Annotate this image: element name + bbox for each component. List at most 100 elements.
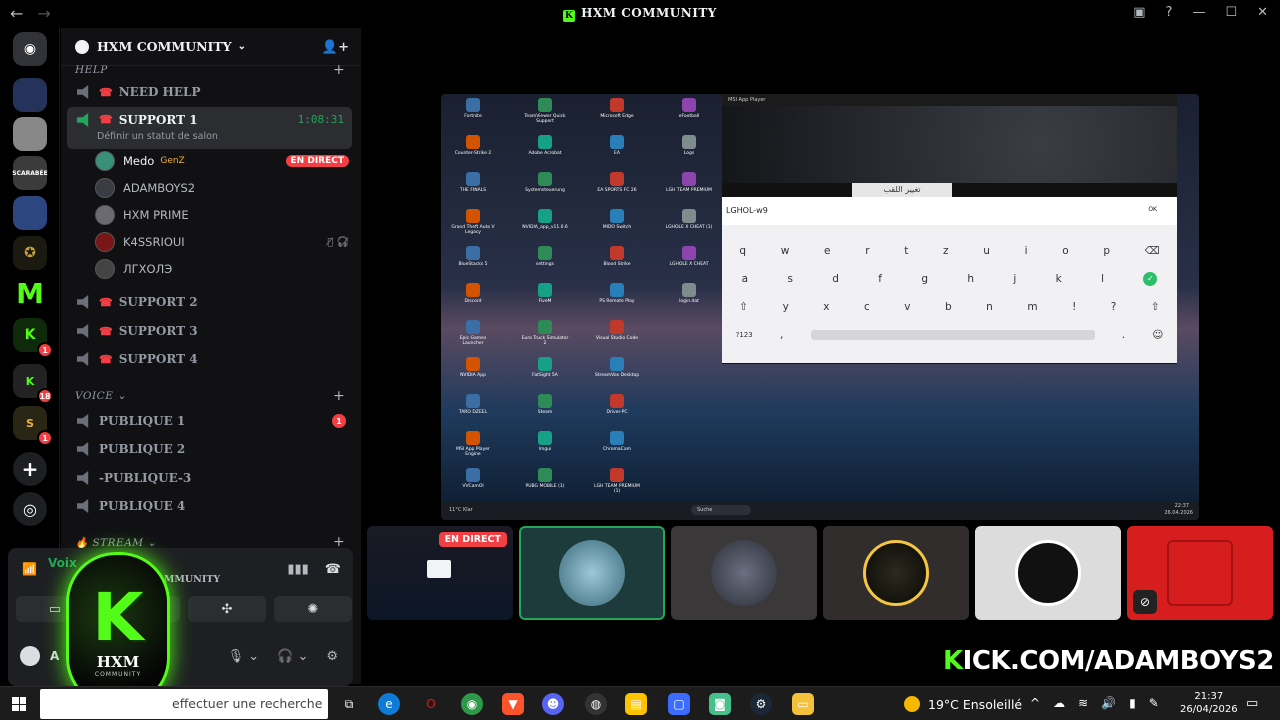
desktop-icon[interactable] xyxy=(665,431,713,466)
desktop-icon[interactable]: FiveM xyxy=(521,283,569,318)
participant-tile-speaking[interactable] xyxy=(519,526,665,620)
desktop-icon[interactable]: PUBG MOBILE (1) xyxy=(521,468,569,503)
key-space[interactable] xyxy=(810,330,1095,340)
channel-support-2[interactable]: ☎ SUPPORT 2 xyxy=(67,288,352,316)
server-icon-2[interactable] xyxy=(13,117,47,151)
add-channel-icon[interactable]: + xyxy=(333,62,345,78)
key[interactable]: x xyxy=(823,301,829,313)
desktop-icon[interactable]: VVCamOl xyxy=(449,468,497,503)
voice-member[interactable]: ЛГХОЛЭ xyxy=(95,257,355,281)
nickname-input[interactable]: LGHOL-w9 OK xyxy=(722,197,1177,225)
edge-icon[interactable]: e xyxy=(378,693,400,715)
participant-tile[interactable] xyxy=(671,526,817,620)
key[interactable]: b xyxy=(945,301,952,313)
server-folder-1[interactable]: K 18 xyxy=(13,364,53,404)
channel-support-4[interactable]: ☎ SUPPORT 4 xyxy=(67,345,352,373)
key[interactable]: o xyxy=(1062,245,1068,257)
key[interactable]: g xyxy=(921,273,928,285)
channel-support-1[interactable]: ☎ SUPPORT 1 1:08:31 Définir un statut de … xyxy=(67,107,352,149)
server-icon-hxm[interactable]: K1 xyxy=(13,318,53,358)
key[interactable]: s xyxy=(787,273,792,285)
cloud-icon[interactable]: ☁ xyxy=(1053,696,1065,710)
system-clock[interactable]: 21:37 26/04/2026 xyxy=(1180,690,1238,716)
desktop-icon[interactable]: LGH TEAM PREMIUM xyxy=(665,172,713,207)
key[interactable]: c xyxy=(864,301,870,313)
ok-button[interactable]: OK xyxy=(1148,206,1157,213)
desktop-icon[interactable]: ChromaCam xyxy=(593,431,641,466)
discord-home-icon[interactable]: ◉ xyxy=(13,32,47,66)
brave-icon[interactable]: ▼ xyxy=(502,693,524,715)
voice-member[interactable]: K4SSRIOUI 🎙̸ 🎧̸ xyxy=(95,230,355,254)
desktop-icon[interactable] xyxy=(665,394,713,429)
desktop-icon[interactable]: LGHOLE X CHEAT (1) xyxy=(665,209,713,244)
maximize-icon[interactable]: ☐ xyxy=(1225,5,1237,20)
key[interactable]: f xyxy=(878,273,882,285)
app-icon[interactable]: ◙ xyxy=(709,693,731,715)
weather-widget[interactable]: 19°C Ensoleillé xyxy=(904,696,1022,712)
desktop-icon[interactable]: TeamViewer Quick Support xyxy=(521,98,569,133)
battery-icon[interactable]: ▮ xyxy=(1129,696,1136,710)
desktop-icon[interactable]: LGH TEAM PREMIUM (1) xyxy=(593,468,641,503)
emoji-icon[interactable]: ☺ xyxy=(1152,329,1163,341)
desktop-icon[interactable]: Grand Theft Auto V Legacy xyxy=(449,209,497,244)
desktop-icon[interactable]: PS Remote Play xyxy=(593,283,641,318)
voice-member[interactable]: ADAMBOYS2 xyxy=(95,176,355,200)
help-icon[interactable]: ? xyxy=(1166,5,1173,20)
key[interactable]: a xyxy=(742,273,748,285)
desktop-icon[interactable]: BlueStacks 5 xyxy=(449,246,497,281)
shift-icon[interactable]: ⇧ xyxy=(1151,301,1160,313)
key-comma[interactable]: , xyxy=(780,329,783,341)
key[interactable]: ? xyxy=(1111,301,1117,313)
disconnect-icon[interactable]: ☎ xyxy=(325,562,341,577)
speaker-volume-icon[interactable]: 🔊 xyxy=(1101,696,1116,710)
server-icon-scarabee[interactable]: SCARABÉE xyxy=(12,156,48,190)
add-server-icon[interactable]: + xyxy=(13,452,47,486)
category-help[interactable]: HELP + xyxy=(75,62,345,78)
key[interactable]: ! xyxy=(1072,301,1076,313)
screen-share-view[interactable]: Fortnite TeamViewer Quick Support Microsof… xyxy=(441,94,1199,520)
desktop-icon[interactable]: Euro Truck Simulator 2 xyxy=(521,320,569,355)
desktop-icon[interactable]: Adobe Acrobat xyxy=(521,135,569,170)
key[interactable]: l xyxy=(1101,273,1104,285)
desktop-icon[interactable]: NVIDIA_app_v11.0.6 xyxy=(521,209,569,244)
desktop-icon[interactable]: Visual Studio Code xyxy=(593,320,641,355)
desktop-icon[interactable]: eFootball xyxy=(665,98,713,133)
key[interactable]: i xyxy=(1025,245,1028,257)
desktop-icon[interactable]: MIDO Switch xyxy=(593,209,641,244)
desktop-icon[interactable]: Systemsteuerung xyxy=(521,172,569,207)
server-icon-5[interactable]: ✪ xyxy=(13,236,47,270)
key[interactable]: r xyxy=(865,245,869,257)
desktop-icon[interactable]: THE FINALS xyxy=(449,172,497,207)
server-icon-4[interactable] xyxy=(13,196,47,230)
opera-icon[interactable]: O xyxy=(420,693,442,715)
key[interactable]: m xyxy=(1027,301,1037,313)
steam-icon[interactable]: ⚙ xyxy=(750,693,772,715)
channel-need-help[interactable]: ☎ NEED HELP xyxy=(67,78,352,106)
task-view-icon[interactable]: ⧉ xyxy=(338,693,360,715)
notification-icon[interactable]: ▭ xyxy=(1246,696,1258,711)
activities-button[interactable]: ✣ xyxy=(188,596,266,622)
voice-member[interactable]: HXM PRIME xyxy=(95,203,355,227)
desktop-icon[interactable]: login.dat xyxy=(665,283,713,318)
desktop-icon[interactable]: TARO DZEEL xyxy=(449,394,497,429)
desktop-icon[interactable]: Steam xyxy=(521,394,569,429)
server-folder-2[interactable]: S1 xyxy=(13,406,53,446)
desktop-icon[interactable]: EA xyxy=(593,135,641,170)
key[interactable]: p xyxy=(1103,245,1110,257)
key-period[interactable]: . xyxy=(1122,329,1125,341)
headphones-icon[interactable]: 🎧 ⌄ xyxy=(277,649,308,664)
desktop-icon[interactable]: Imgui xyxy=(521,431,569,466)
desktop-icon[interactable]: StreamVox Desktop xyxy=(593,357,641,392)
desktop-icon[interactable]: LGHOLE X CHEAT xyxy=(665,246,713,281)
desktop-icon[interactable]: NVIDIA App xyxy=(449,357,497,392)
key[interactable]: q xyxy=(739,245,746,257)
close-icon[interactable]: ✕ xyxy=(1257,5,1268,20)
desktop-icon[interactable]: EA SPORTS FC 26 xyxy=(593,172,641,207)
channel-support-3[interactable]: ☎ SUPPORT 3 xyxy=(67,317,352,345)
shift-icon[interactable]: ⇧ xyxy=(739,301,748,313)
participant-tile[interactable] xyxy=(975,526,1121,620)
desktop-icon[interactable]: Counter-Strike 2 xyxy=(449,135,497,170)
key[interactable]: k xyxy=(1056,273,1062,285)
key[interactable]: h xyxy=(967,273,974,285)
channel-publique-2[interactable]: PUBLIQUE 2 xyxy=(67,435,352,463)
